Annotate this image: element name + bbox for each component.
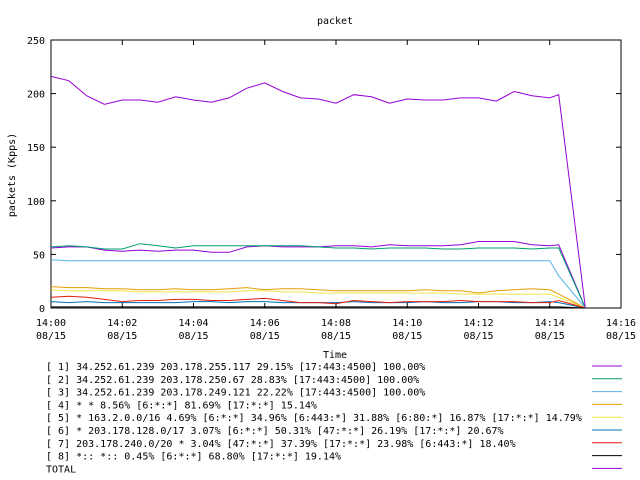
- legend-entry-label: [ 2] 34.252.61.239 203.178.250.67 28.83%…: [46, 375, 419, 386]
- x-tick-date-label: 08/15: [606, 331, 636, 342]
- legend-entry-label: [ 6] * 203.178.128.0/17 3.07% [6:*:*] 50…: [46, 426, 504, 437]
- legend-entry-label: [ 5] * 163.2.0.0/16 4.69% [6:*:*] 34.96%…: [46, 413, 582, 424]
- series-line-2: [50, 243, 586, 309]
- y-tick-label: 0: [39, 304, 45, 315]
- y-tick-label: 150: [27, 143, 45, 154]
- y-tick-label: 200: [27, 90, 45, 101]
- chart-title: packet: [317, 16, 353, 27]
- legend-entry-label: [ 1] 34.252.61.239 203.178.255.117 29.15…: [46, 362, 425, 373]
- series-line-1: [50, 241, 586, 309]
- series-line-9: [50, 75, 586, 309]
- packet-chart: packet packets (Kpps) Time 0 50 100 150 200 2…: [7, 16, 636, 475]
- x-tick-time-label: 14:12: [463, 318, 493, 329]
- x-tick-time-label: 14:00: [36, 318, 66, 329]
- series-line-4: [50, 286, 586, 309]
- x-tick-time-label: 14:14: [535, 318, 565, 329]
- x-tick-time-label: 14:02: [107, 318, 137, 329]
- x-tick-time-label: 14:10: [392, 318, 422, 329]
- x-tick-date-label: 08/15: [535, 331, 565, 342]
- y-tick-label: 50: [33, 250, 45, 261]
- x-tick-date-label: 08/15: [36, 331, 66, 342]
- legend-entry-label: [ 4] * * 8.56% [6:*:*] 81.69% [17:*:*] 1…: [46, 400, 317, 411]
- x-axis-ticks: 14:00 08/15 14:02 08/15 14:04 08/15 14:06 08/15…: [36, 40, 636, 342]
- x-axis-label: Time: [323, 350, 347, 361]
- legend: [ 1] 34.252.61.239 203.178.255.117 29.15…: [46, 362, 622, 475]
- legend-entry-label: [ 3] 34.252.61.239 203.178.249.121 22.22…: [46, 388, 425, 399]
- x-tick-time-label: 14:16: [606, 318, 636, 329]
- y-axis-ticks: 0 50 100 150 200 250: [27, 36, 621, 315]
- y-tick-label: 100: [27, 197, 45, 208]
- x-tick-time-label: 14:06: [250, 318, 280, 329]
- y-axis-label: packets (Kpps): [7, 133, 18, 217]
- legend-entry-label: [ 7] 203.178.240.0/20 * 3.04% [47:*:*] 3…: [46, 439, 516, 450]
- series-lines: [50, 75, 586, 309]
- x-tick-date-label: 08/15: [178, 331, 208, 342]
- x-tick-date-label: 08/15: [250, 331, 280, 342]
- x-tick-date-label: 08/15: [463, 331, 493, 342]
- legend-entry-label: TOTAL: [46, 464, 76, 475]
- x-tick-date-label: 08/15: [321, 331, 351, 342]
- x-tick-date-label: 08/15: [107, 331, 137, 342]
- legend-entry-label: [ 8] *:: *:: 0.45% [6:*:*] 68.80% [17:*:…: [46, 452, 341, 463]
- x-tick-date-label: 08/15: [392, 331, 422, 342]
- y-tick-label: 250: [27, 36, 45, 47]
- x-tick-time-label: 14:08: [321, 318, 351, 329]
- x-tick-time-label: 14:04: [178, 318, 208, 329]
- series-line-5: [50, 289, 586, 309]
- plot-frame: [50, 39, 622, 309]
